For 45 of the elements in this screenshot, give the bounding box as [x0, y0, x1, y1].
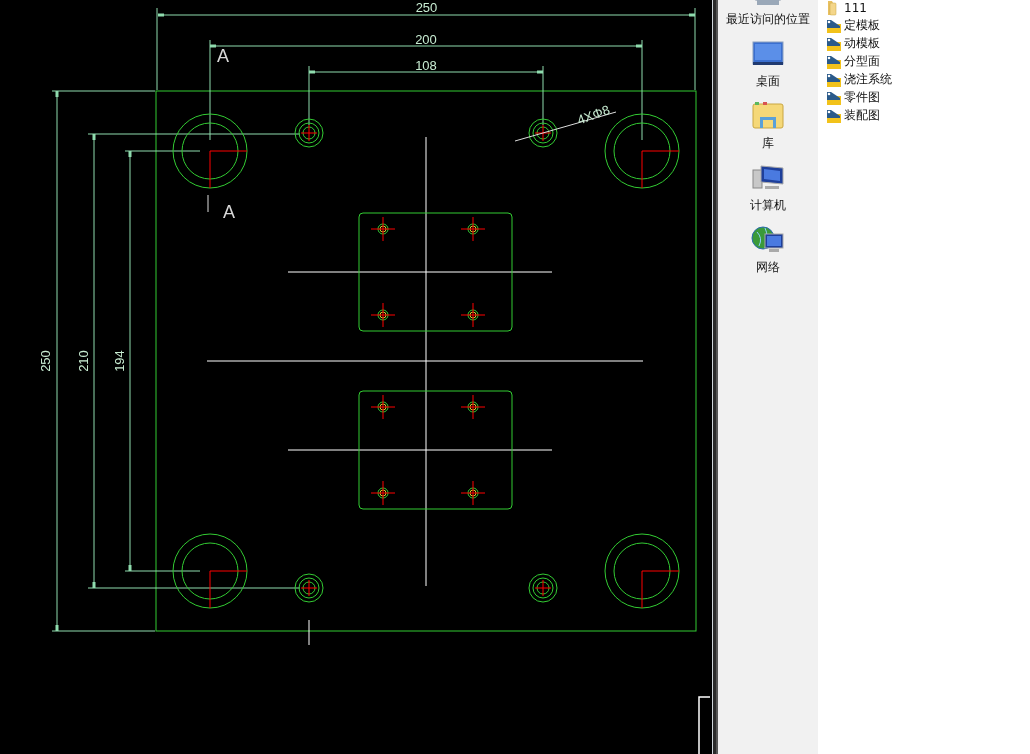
folder-item[interactable]: 装配图 [826, 105, 1030, 126]
hole-drawing [460, 394, 486, 420]
shortcut-folder-icon [826, 53, 842, 70]
shortcut-folder-icon [826, 17, 842, 34]
shortcut-folder-icon [826, 107, 842, 124]
nav-item[interactable]: 库 [751, 100, 785, 150]
hole-drawing [370, 302, 396, 328]
nav-item[interactable]: 桌面 [751, 38, 785, 88]
extension-line [542, 65, 544, 126]
dimension-label: 210 [76, 350, 91, 372]
hole-drawing [460, 216, 486, 242]
folder-item[interactable]: 零件图 [826, 87, 1030, 108]
dimension-label: 194 [112, 350, 127, 372]
dimension-label: 250 [415, 0, 438, 15]
shortcut-folder-icon [826, 35, 842, 52]
hole-drawing [294, 118, 324, 148]
hole-drawing [294, 573, 324, 603]
library-icon [751, 100, 785, 132]
dimension-label: 250 [38, 350, 53, 372]
dimension-label: 200 [415, 32, 437, 47]
hole-drawing [370, 394, 396, 420]
folder-item[interactable]: 浇注系统 [826, 69, 1030, 90]
folder-item[interactable]: 111 [826, 0, 1030, 18]
section-mark [207, 194, 209, 213]
hole-drawing [460, 480, 486, 506]
shortcut-folder-icon [826, 71, 842, 88]
hole-drawing [370, 480, 396, 506]
section-label: A [223, 202, 235, 222]
folder-item[interactable]: 分型面 [826, 51, 1030, 72]
folder-item[interactable]: 动模板 [826, 33, 1030, 54]
viewport-frame [698, 696, 711, 754]
nav-item[interactable]: 网络 [751, 224, 785, 274]
center-line [308, 619, 310, 646]
hole-callout-label: 4XΦ8 [575, 102, 612, 128]
shortcut-folder-icon [826, 89, 842, 106]
section-label: A [217, 46, 229, 66]
nav-item[interactable]: 最近访问的位置 [726, 0, 810, 26]
dimension-label: 108 [415, 58, 437, 73]
folder-item[interactable]: 定模板 [826, 15, 1030, 36]
extension-line [308, 65, 310, 126]
hole-drawing [528, 573, 558, 603]
nav-item[interactable]: 计算机 [750, 162, 786, 212]
hole-drawing [460, 302, 486, 328]
hole-drawing [370, 216, 396, 242]
hole-drawing [528, 118, 558, 148]
